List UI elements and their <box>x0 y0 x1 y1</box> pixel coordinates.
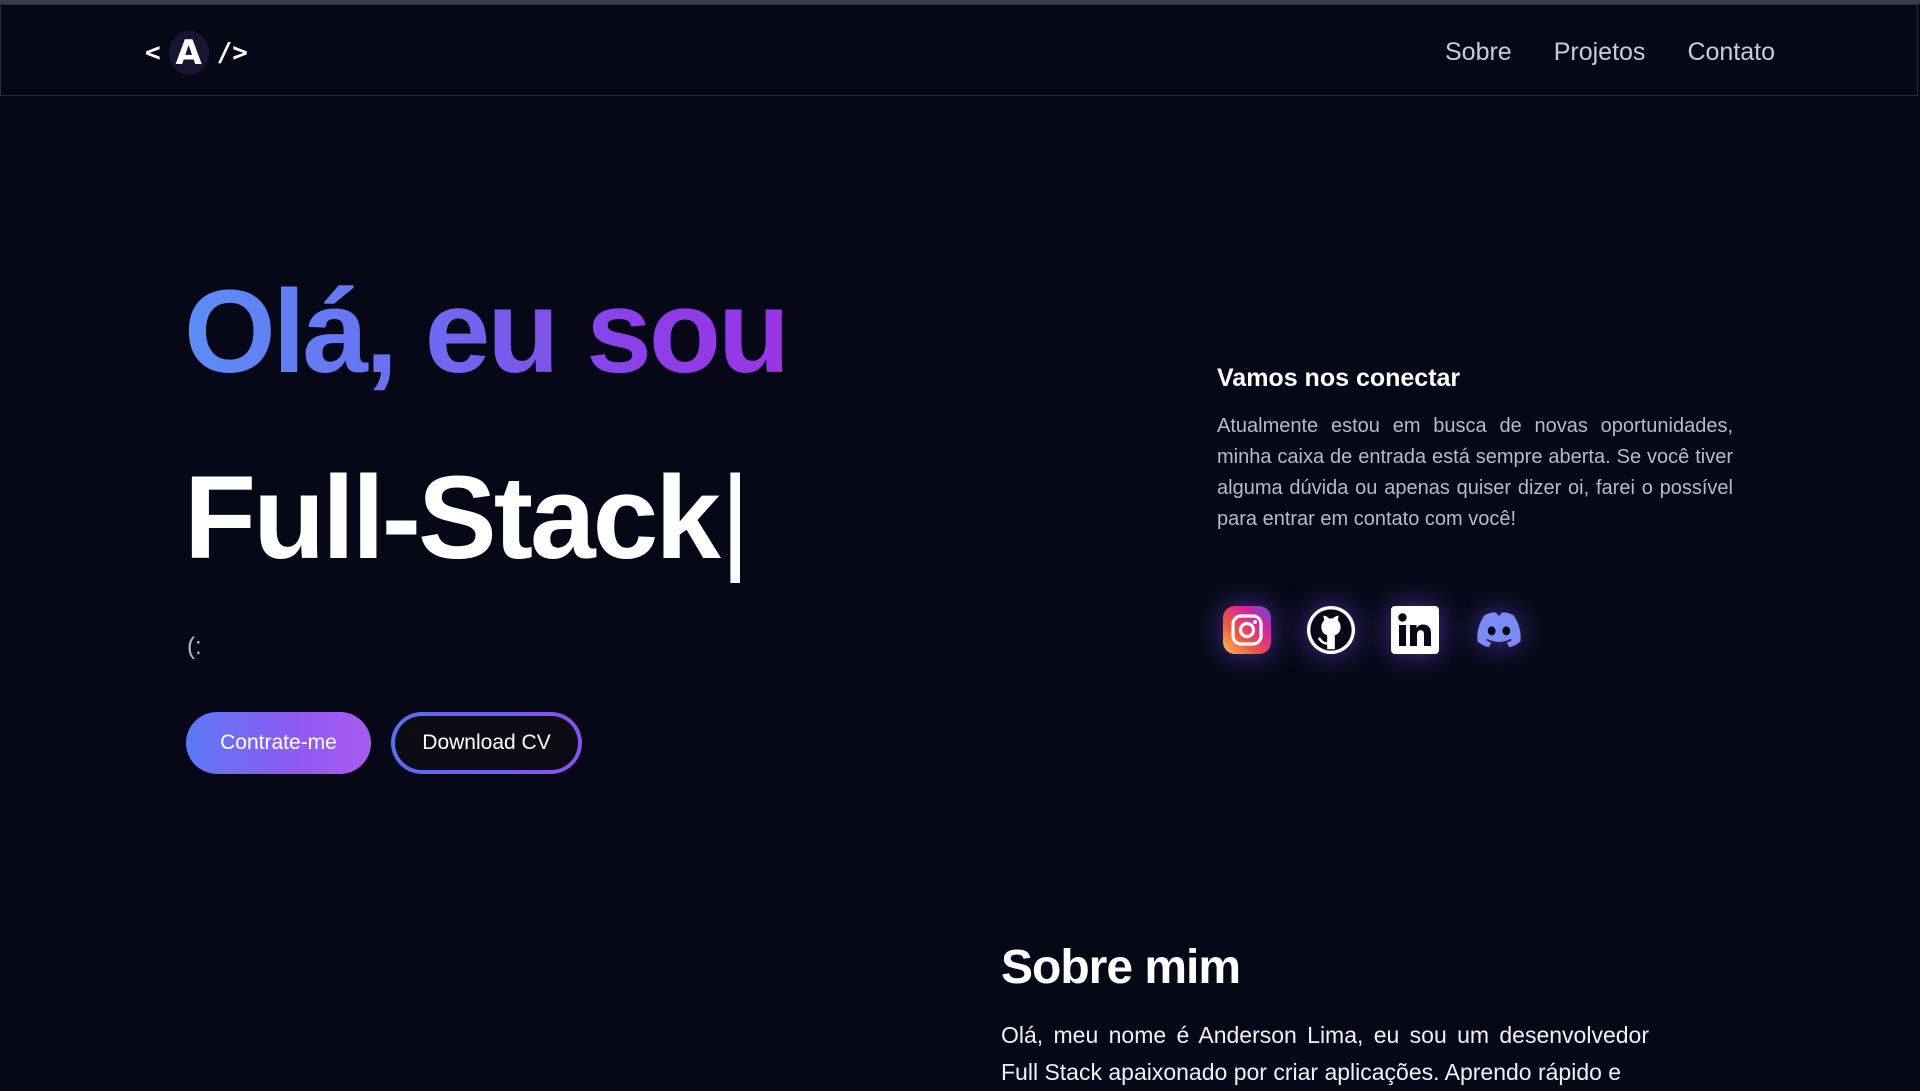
logo-badge: A <box>168 31 209 75</box>
hero-greeting: Olá, eu sou <box>184 262 790 402</box>
download-cv-label: Download CV <box>395 716 578 770</box>
nav-link-projetos[interactable]: Projetos <box>1554 38 1646 67</box>
hero-role: Full-Stack| <box>184 448 751 588</box>
nav-link-sobre[interactable]: Sobre <box>1445 38 1512 67</box>
hero-role-text: Full-Stack <box>184 452 721 584</box>
connect-text: Atualmente estou em busca de novas oport… <box>1217 415 1733 530</box>
typing-cursor: | <box>719 452 751 584</box>
logo-open-bracket: < <box>145 38 161 68</box>
github-icon[interactable] <box>1306 605 1356 655</box>
instagram-icon[interactable] <box>1222 605 1272 655</box>
logo-close-bracket: /> <box>216 38 248 68</box>
logo[interactable]: < A /> <box>145 29 248 77</box>
linkedin-icon[interactable] <box>1390 605 1440 655</box>
download-cv-button[interactable]: Download CV <box>391 712 582 774</box>
nav-link-contato[interactable]: Contato <box>1687 38 1775 67</box>
discord-icon[interactable] <box>1474 605 1524 655</box>
about-text: Olá, meu nome é Anderson Lima, eu sou um… <box>1001 1022 1649 1085</box>
connect-title: Vamos nos conectar <box>1217 364 1461 392</box>
hero-smile: (: <box>187 633 202 660</box>
social-links <box>1222 605 1524 655</box>
site-header: < A /> Sobre Projetos Contato <box>0 4 1918 96</box>
main-nav: Sobre Projetos Contato <box>1445 38 1775 67</box>
hire-me-button[interactable]: Contrate-me <box>186 712 371 774</box>
about-title: Sobre mim <box>1001 941 1241 994</box>
